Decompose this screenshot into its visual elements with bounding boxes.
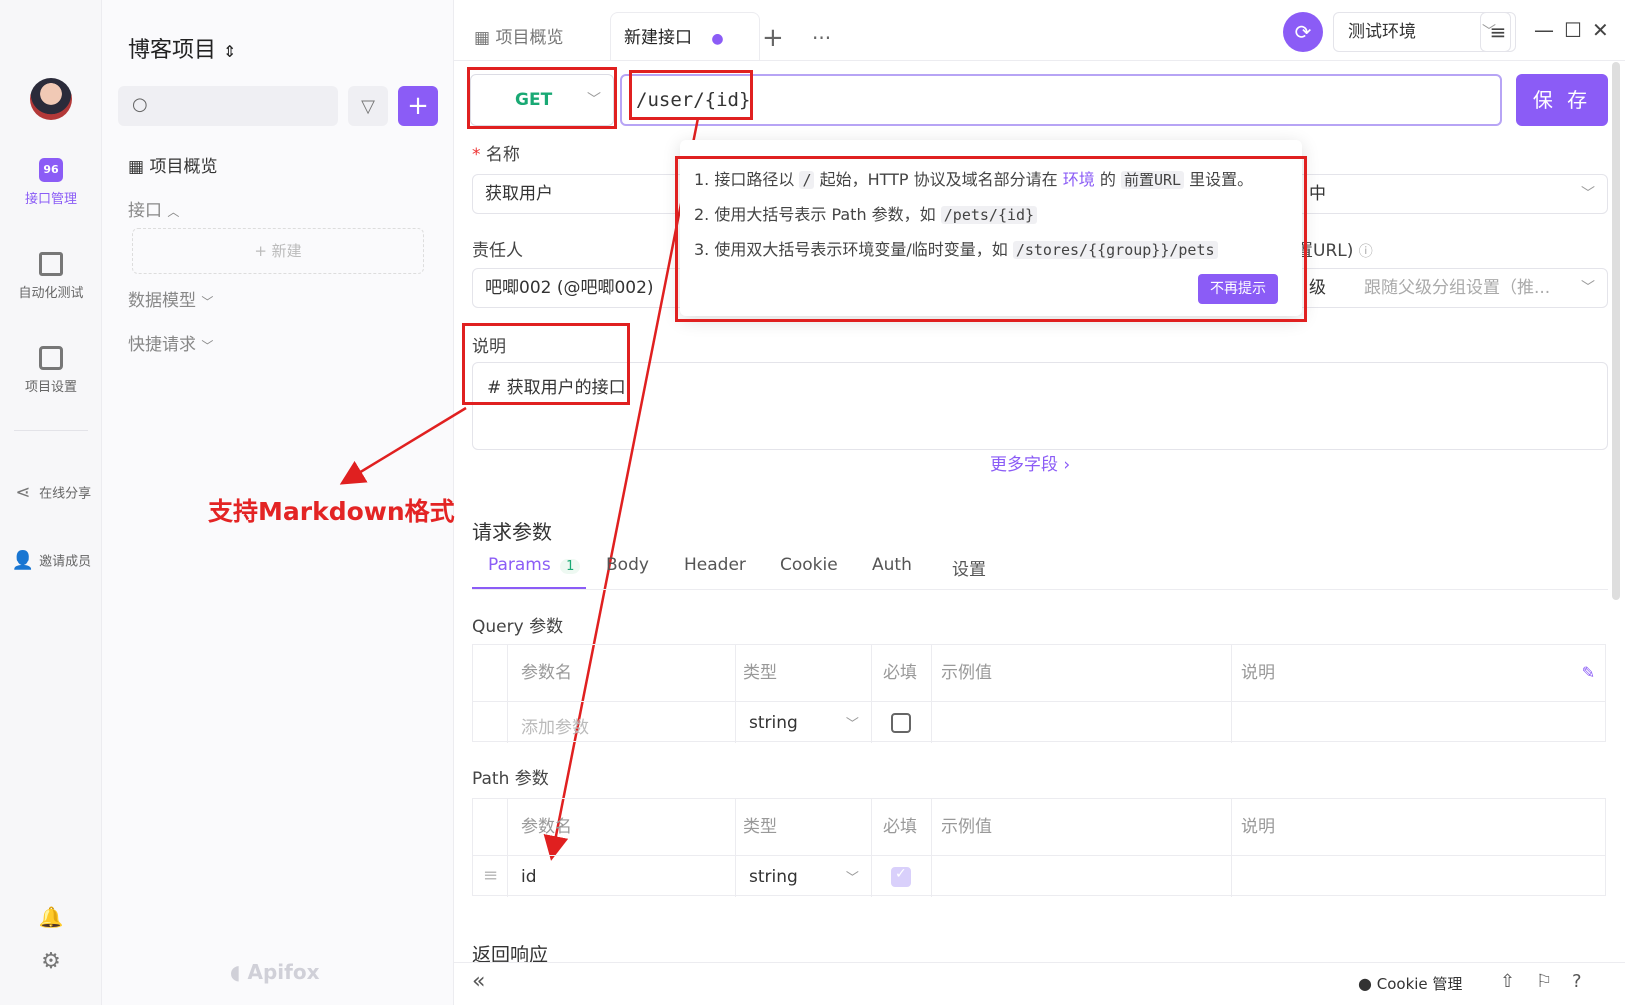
col-name: 参数名 — [521, 663, 572, 683]
check-icon: ✓ — [895, 866, 907, 882]
tab-header[interactable]: Header — [684, 555, 746, 575]
path-param-name[interactable]: id — [521, 867, 537, 887]
bottom-bar: « ● Cookie 管理 ⇧ ⚐ ? — [454, 962, 1625, 1005]
cookie-manager-button[interactable]: ● Cookie 管理 — [1358, 973, 1462, 994]
shirt-icon[interactable]: ⚐ — [1536, 971, 1552, 992]
query-required-checkbox[interactable] — [891, 713, 911, 733]
col-type: 类型 — [743, 663, 777, 683]
query-type-select[interactable]: string ﹀ — [749, 713, 859, 733]
tab-params[interactable]: Params 1 — [488, 555, 581, 575]
hint-line-3: 3. 使用双大括号表示环境变量/临时变量，如 /stores/{{group}}… — [694, 236, 1218, 260]
col-required: 必填 — [883, 663, 917, 683]
scrollbar[interactable] — [1612, 62, 1620, 600]
chevron-down-icon: ﹀ — [845, 717, 859, 732]
col-example: 示例值 — [941, 817, 992, 837]
col-desc: 说明 — [1241, 817, 1275, 837]
path-required-checkbox[interactable]: ✓ — [891, 866, 911, 887]
col-required: 必填 — [883, 817, 917, 837]
col-example: 示例值 — [941, 663, 992, 683]
col-type: 类型 — [743, 817, 777, 837]
chevron-down-icon: ﹀ — [845, 871, 859, 886]
params-tab-indicator — [472, 587, 586, 589]
tab-cookie[interactable]: Cookie — [780, 555, 838, 575]
params-tabs-baseline — [472, 589, 1608, 590]
request-params-title: 请求参数 — [472, 520, 552, 544]
bulk-edit-icon[interactable]: ✎ — [1582, 663, 1595, 682]
col-desc: 说明 — [1241, 663, 1275, 683]
url-hint-tooltip: 1. 接口路径以 / 起始，HTTP 协议及域名部分请在 环境 的 前置URL … — [680, 140, 1302, 316]
params-count-badge: 1 — [560, 559, 581, 574]
annotation-arrow-url — [543, 117, 700, 861]
dismiss-hint-button[interactable]: 不再提示 — [1198, 274, 1278, 304]
add-param-input[interactable]: 添加参数 — [521, 713, 589, 738]
path-params-label: Path 参数 — [472, 769, 549, 789]
path-type-select[interactable]: string ﹀ — [749, 867, 859, 887]
upload-icon[interactable]: ⇧ — [1500, 971, 1515, 992]
col-name: 参数名 — [521, 817, 572, 837]
tab-auth[interactable]: Auth — [872, 555, 912, 575]
environment-link[interactable]: 环境 — [1063, 170, 1095, 189]
tab-settings[interactable]: 设置 — [952, 555, 986, 580]
annotation-arrow-description — [339, 406, 467, 485]
help-icon[interactable]: ? — [1572, 971, 1582, 992]
drag-handle-icon[interactable]: ≡ — [483, 865, 498, 886]
hint-line-1: 1. 接口路径以 / 起始，HTTP 协议及域名部分请在 环境 的 前置URL … — [694, 170, 1254, 189]
collapse-sidebar-button[interactable]: « — [472, 969, 485, 994]
query-params-label: Query 参数 — [472, 617, 564, 637]
hint-line-2: 2. 使用大括号表示 Path 参数，如 /pets/{id} — [694, 201, 1038, 225]
tab-body[interactable]: Body — [606, 555, 649, 575]
query-params-table: 参数名 类型 必填 示例值 说明 ✎ 添加参数 string ﹀ — [472, 644, 1606, 743]
path-params-table: 参数名 类型 必填 示例值 说明 ≡ id string ﹀ ✓ — [472, 798, 1606, 897]
cookie-icon: ● — [1358, 974, 1372, 993]
